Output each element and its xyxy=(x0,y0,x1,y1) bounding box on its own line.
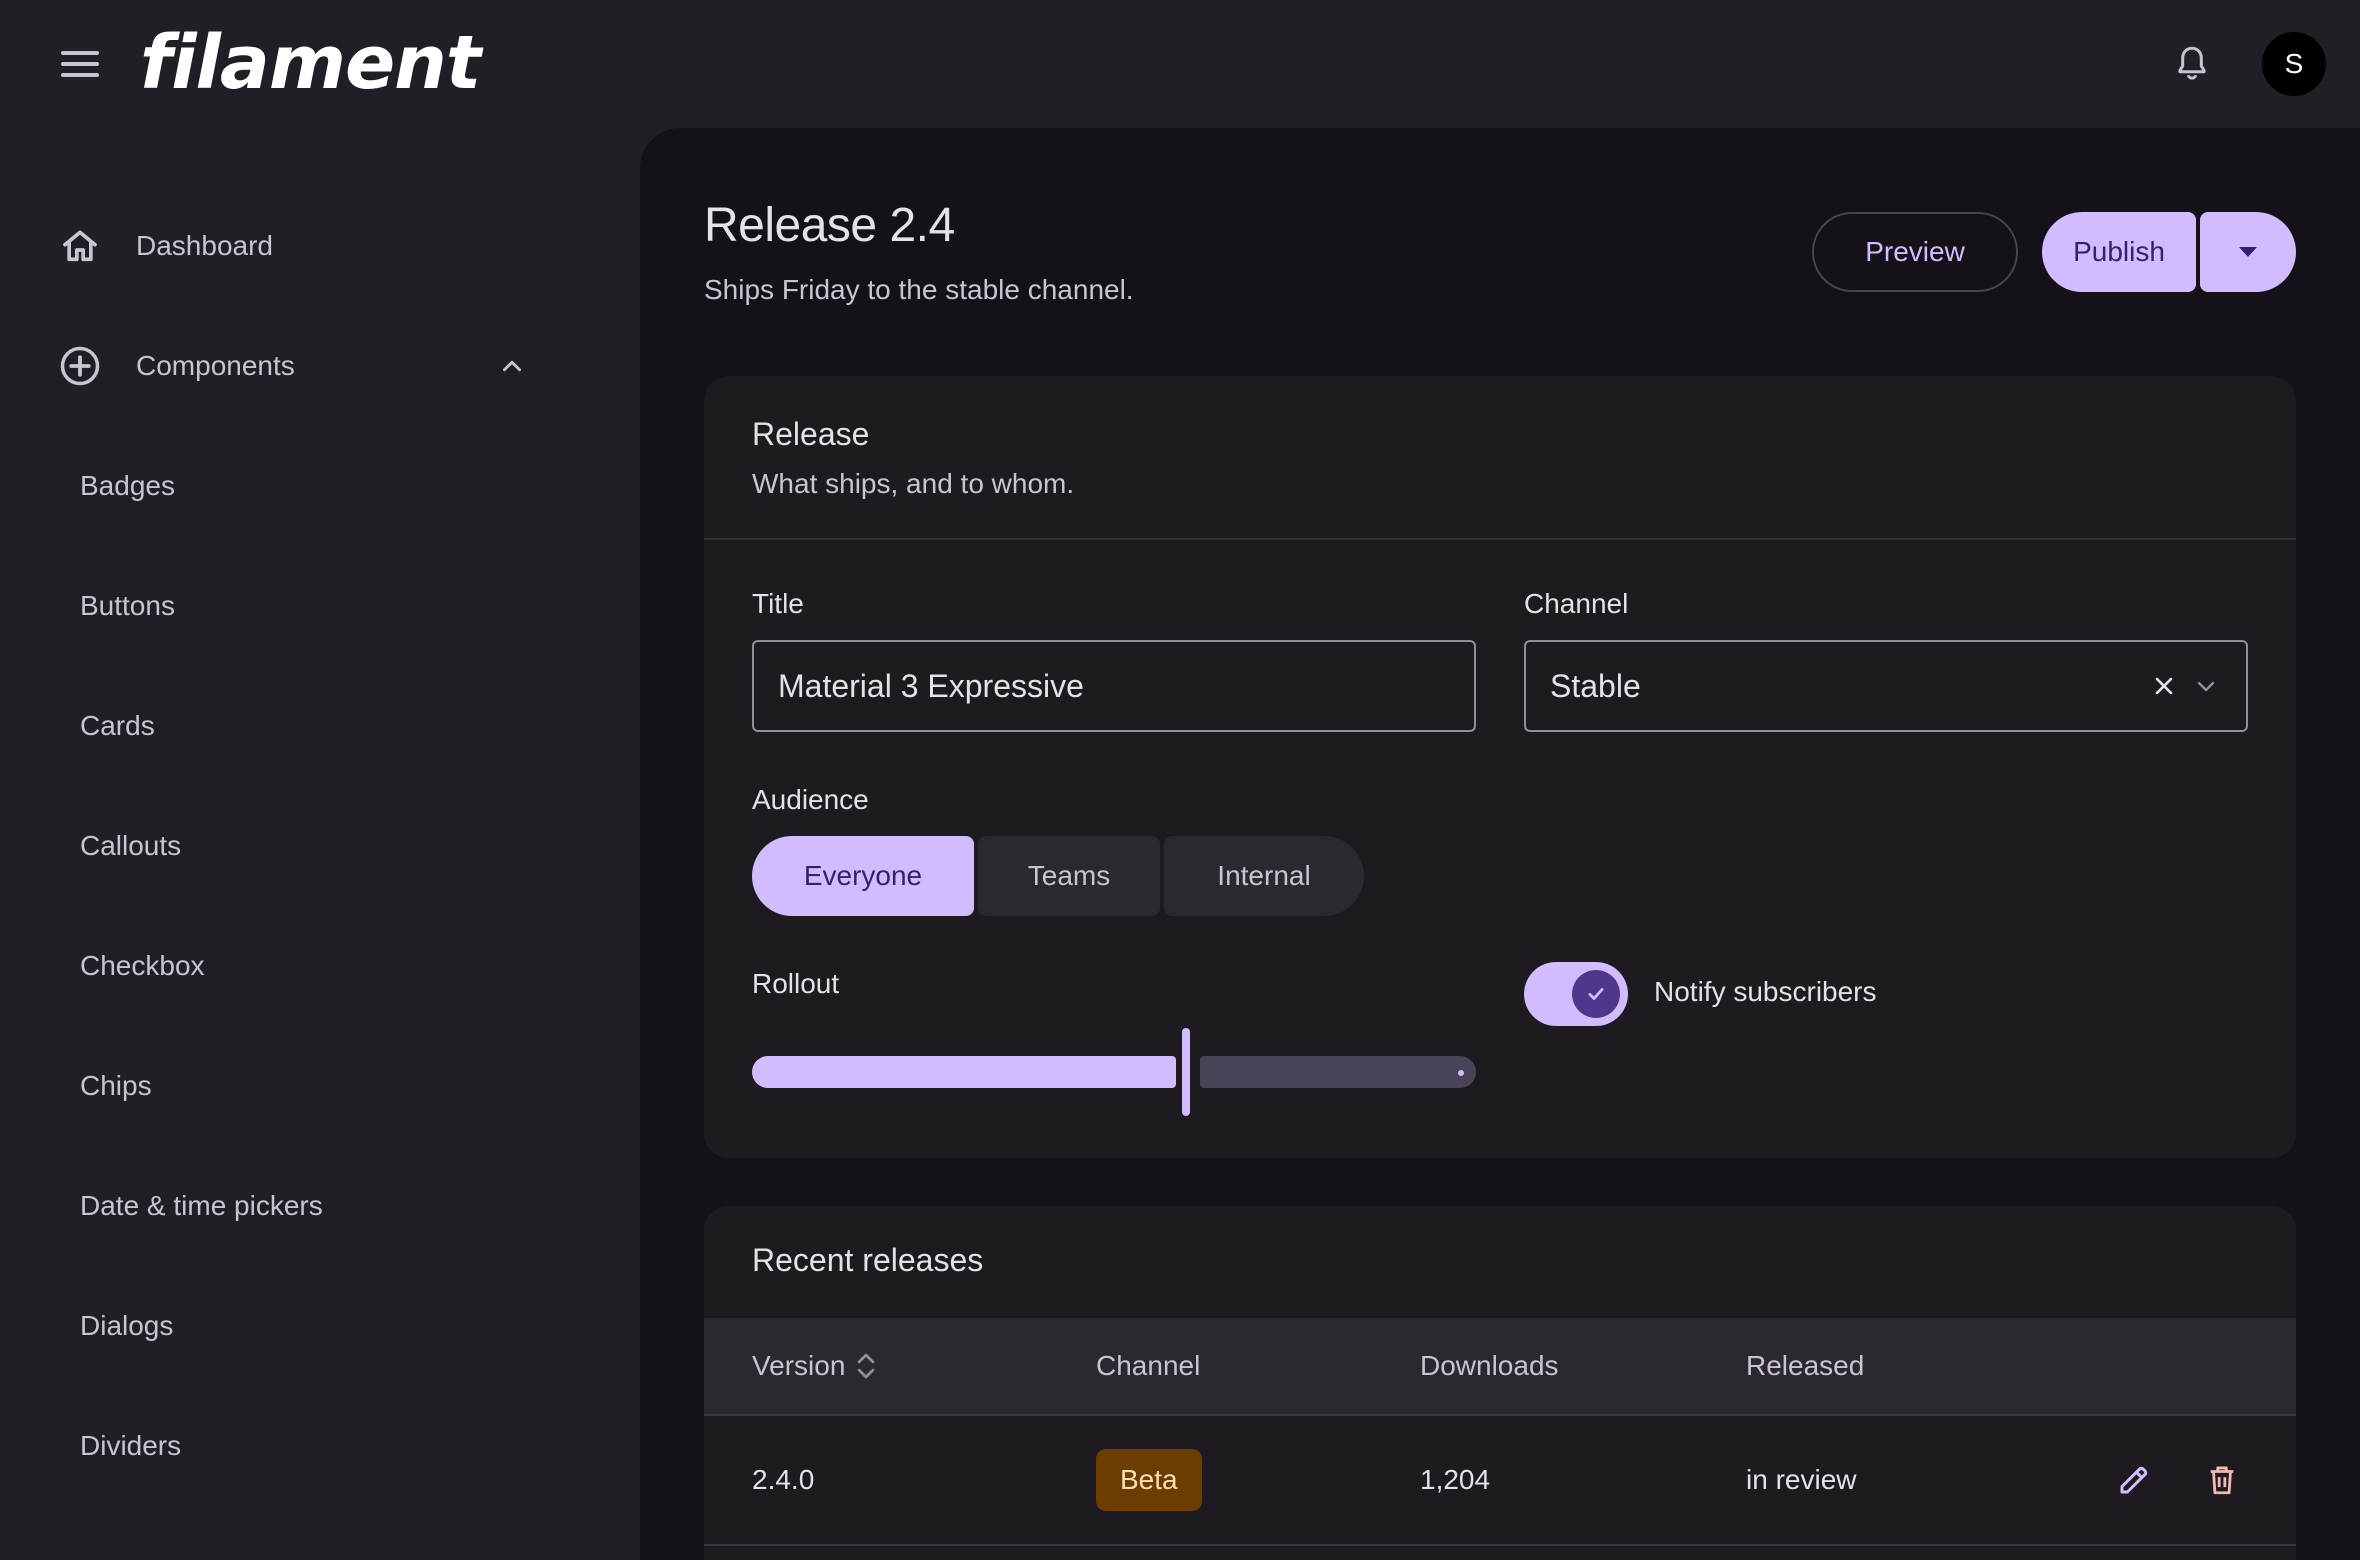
notifications-button[interactable] xyxy=(2158,30,2226,98)
home-icon xyxy=(24,198,136,294)
cell-channel: Beta xyxy=(1096,1416,1202,1544)
status-badge: Beta xyxy=(1096,1449,1202,1511)
slider-handle[interactable] xyxy=(1182,1028,1190,1116)
clear-icon[interactable] xyxy=(2146,668,2182,704)
rollout-label: Rollout xyxy=(752,968,840,999)
add-circle-icon xyxy=(24,318,136,414)
edit-button[interactable] xyxy=(2110,1456,2158,1504)
notify-switch[interactable] xyxy=(1524,962,1628,1026)
card-title: Recent releases xyxy=(752,1242,984,1278)
channel-field-label: Channel xyxy=(1524,588,1629,619)
column-header-channel: Channel xyxy=(1096,1350,1201,1381)
table-row: 2.4.0 Beta 1,204 in review xyxy=(704,1416,2296,1546)
menu-icon xyxy=(61,51,99,55)
sidebar-item-chips[interactable]: Chips xyxy=(24,1038,554,1134)
column-header-released: Released xyxy=(1746,1350,1865,1381)
column-header-version[interactable]: Version xyxy=(752,1318,877,1414)
sidebar-item-checkbox[interactable]: Checkbox xyxy=(24,918,554,1014)
cell-released: in review xyxy=(1746,1464,1857,1495)
sidebar-item-label: Components xyxy=(136,350,295,381)
card-subtitle: What ships, and to whom. xyxy=(752,468,1075,499)
release-card: Release What ships, and to whom. Title M… xyxy=(704,376,2296,1158)
sidebar-item-label: Dashboard xyxy=(136,230,273,261)
sidebar-item-badges[interactable]: Badges xyxy=(24,438,554,534)
navigation-drawer: Dashboard Components Badges Buttons Card… xyxy=(0,128,640,1560)
slider-stop-indicator xyxy=(1458,1070,1464,1076)
pencil-icon xyxy=(2120,1466,2148,1494)
notify-switch-label: Notify subscribers xyxy=(1654,976,1877,1007)
publish-button[interactable]: Publish xyxy=(2042,212,2196,292)
app-root: filament S Dashboard Components Badges B… xyxy=(0,0,2360,1560)
channel-select[interactable]: Stable xyxy=(1524,640,2248,732)
sidebar-item-callouts[interactable]: Callouts xyxy=(24,798,554,894)
cell-downloads: 1,204 xyxy=(1420,1464,1491,1495)
sidebar-item-dialogs[interactable]: Dialogs xyxy=(24,1278,554,1374)
channel-select-value: Stable xyxy=(1550,667,1641,704)
sidebar-item-buttons[interactable]: Buttons xyxy=(24,558,554,654)
cell-version: 2.4.0 xyxy=(752,1464,815,1495)
sidebar-item-components[interactable]: Components xyxy=(24,318,554,414)
slider-active-track xyxy=(752,1056,1176,1088)
main-content: Release 2.4 Ships Friday to the stable c… xyxy=(640,128,2360,1560)
menu-button[interactable] xyxy=(46,30,114,98)
title-field-label: Title xyxy=(752,588,804,619)
top-app-bar: filament S xyxy=(0,0,2360,128)
title-field[interactable]: Material 3 Expressive xyxy=(752,640,1476,732)
publish-menu-button[interactable] xyxy=(2200,212,2296,292)
preview-button[interactable]: Preview xyxy=(1812,212,2018,292)
column-header-downloads: Downloads xyxy=(1420,1350,1559,1381)
sidebar-item-dashboard[interactable]: Dashboard xyxy=(24,198,554,294)
app-logo[interactable]: filament xyxy=(140,18,481,108)
card-title: Release xyxy=(752,416,870,452)
chevron-up-icon[interactable] xyxy=(488,342,536,390)
sort-icon[interactable] xyxy=(855,1349,877,1383)
bell-icon xyxy=(2178,46,2206,80)
page-subtitle: Ships Friday to the stable channel. xyxy=(704,274,1134,305)
sidebar-item-date-time-pickers[interactable]: Date & time pickers xyxy=(24,1158,554,1254)
page-title: Release 2.4 xyxy=(704,199,955,252)
divider xyxy=(704,538,2296,540)
rollout-slider[interactable] xyxy=(752,1028,1476,1116)
delete-button[interactable] xyxy=(2198,1456,2246,1504)
slider-inactive-track xyxy=(1200,1056,1476,1088)
avatar[interactable]: S xyxy=(2262,32,2326,96)
caret-down-icon xyxy=(2239,247,2257,257)
chevron-down-icon[interactable] xyxy=(2188,668,2224,704)
recent-releases-card: Recent releases Version Channel Download… xyxy=(704,1206,2296,1560)
check-icon xyxy=(1588,988,1604,1000)
switch-thumb xyxy=(1572,970,1620,1018)
sidebar-item-cards[interactable]: Cards xyxy=(24,678,554,774)
audience-option-teams[interactable]: Teams xyxy=(978,836,1160,916)
audience-label: Audience xyxy=(752,784,869,815)
audience-option-everyone[interactable]: Everyone xyxy=(752,836,974,916)
sidebar-item-dividers[interactable]: Dividers xyxy=(24,1398,554,1494)
audience-option-internal[interactable]: Internal xyxy=(1164,836,1364,916)
table-header: Version Channel Downloads Released xyxy=(704,1318,2296,1416)
trash-icon xyxy=(2210,1466,2234,1495)
